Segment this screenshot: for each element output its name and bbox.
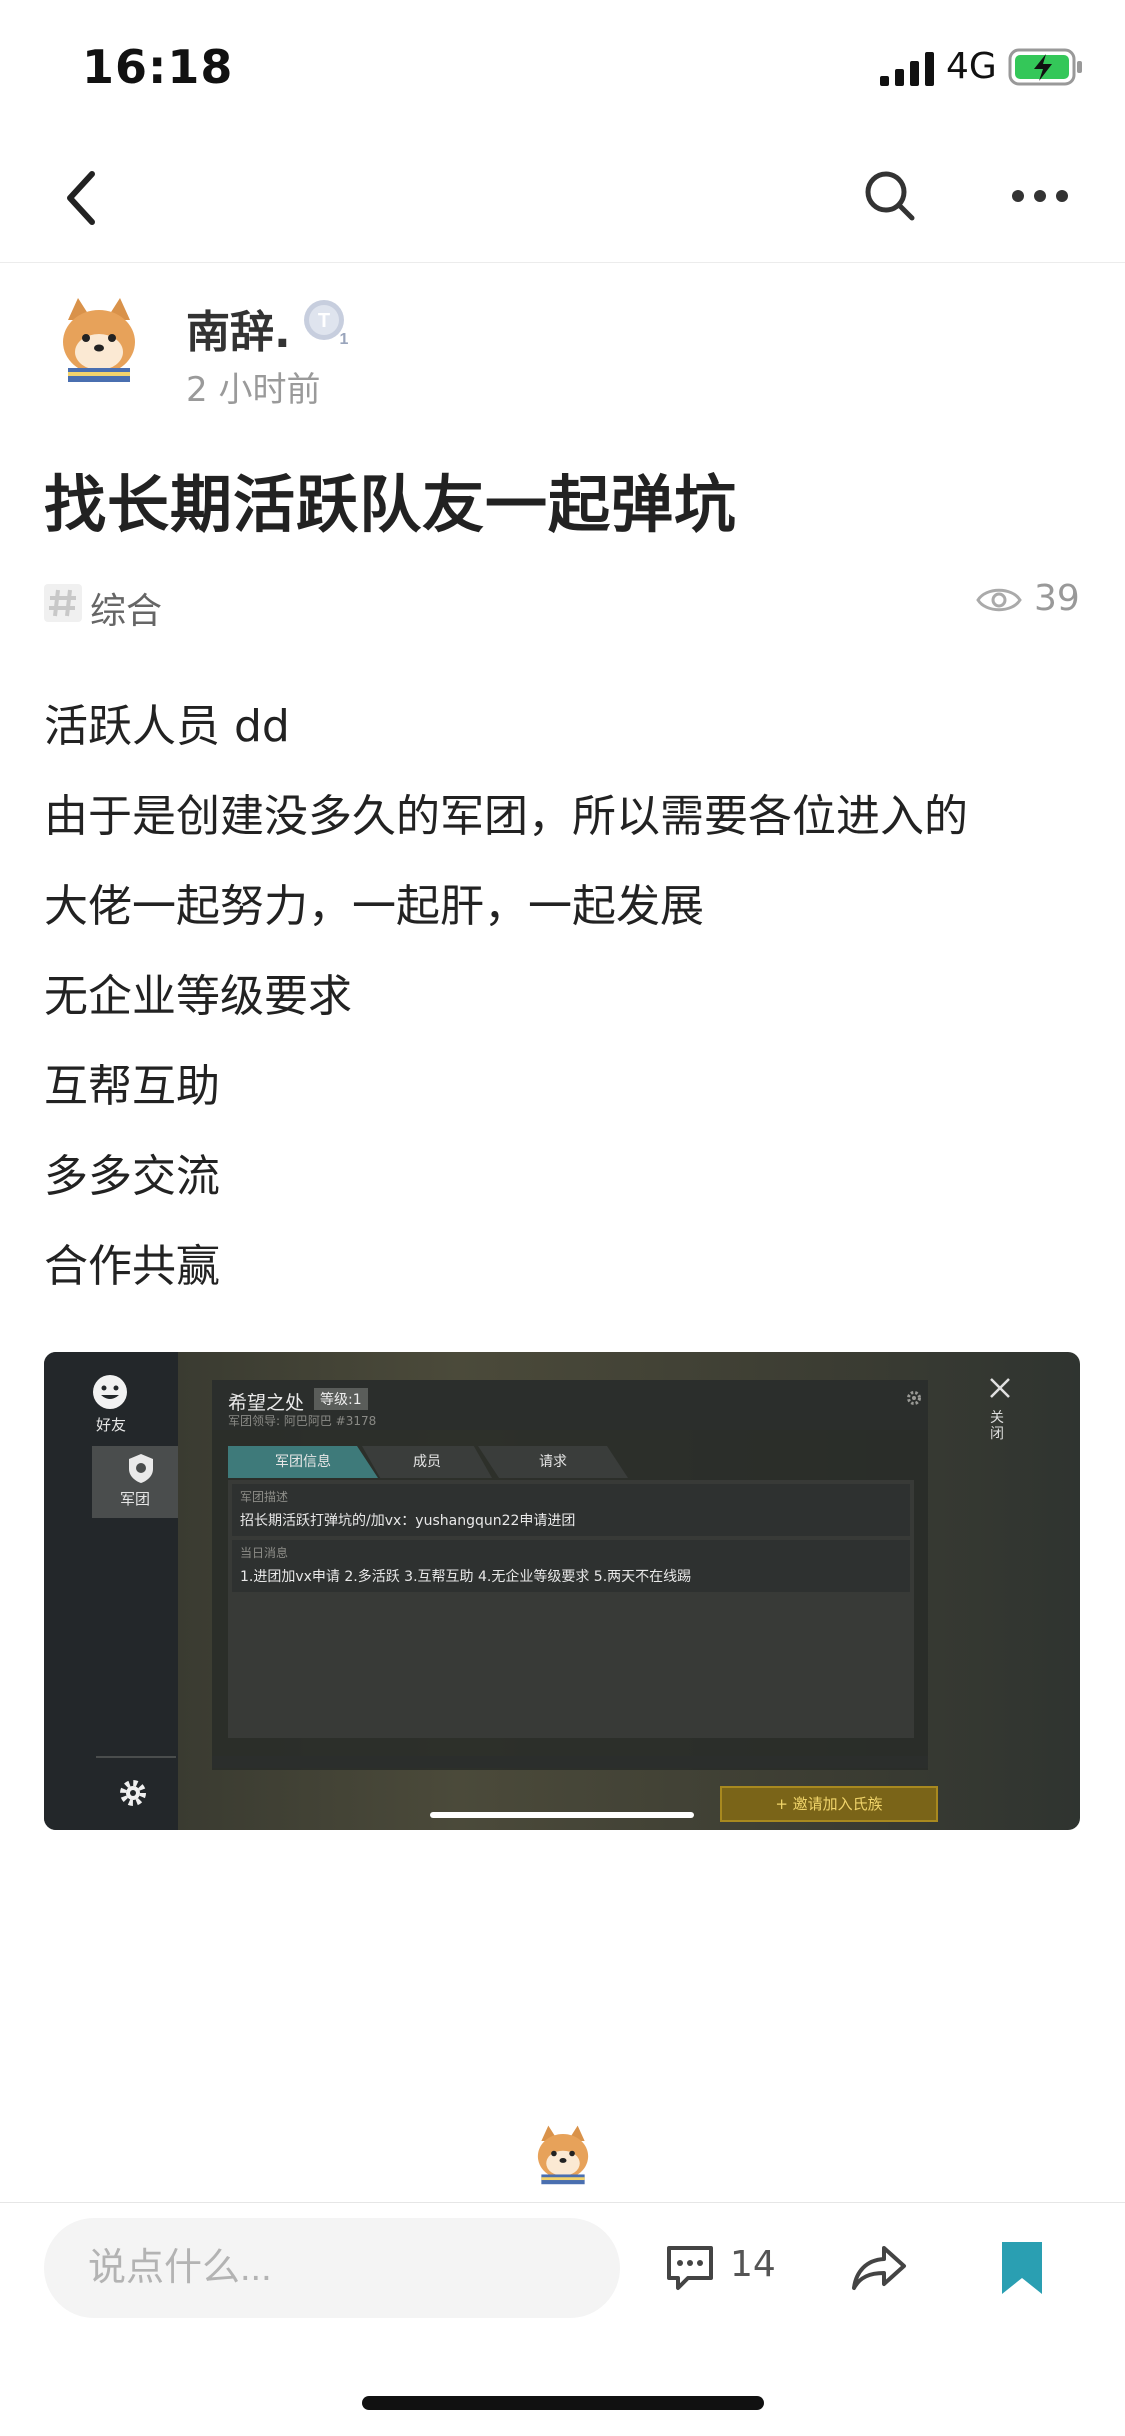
game-news-text: 1.进团加vx申请 2.多活跃 3.互帮互助 4.无企业等级要求 5.两天不在线… — [240, 1569, 692, 1585]
nav-divider — [0, 262, 1125, 263]
game-close-label: 关闭 — [990, 1410, 1004, 1442]
game-desc-text: 招长期活跃打弹坑的/加vx：yushangqun22申请进团 — [240, 1513, 576, 1529]
panel-gear-icon — [907, 1391, 921, 1405]
bookmark-icon[interactable] — [1000, 2240, 1044, 2296]
game-tab-members: 成员 — [362, 1446, 492, 1478]
more-icon[interactable] — [1010, 186, 1070, 206]
body-line: 由于是创建没多久的军团，所以需要各位进入的 — [44, 791, 968, 842]
comment-icon[interactable] — [664, 2244, 716, 2292]
status-time: 16:18 — [82, 40, 234, 94]
network-type: 4G — [946, 46, 997, 87]
svg-text:T: T — [318, 310, 330, 332]
game-legion-leader: 军团领导: 阿巴阿巴 #3178 — [228, 1414, 377, 1428]
share-icon[interactable] — [850, 2244, 908, 2292]
game-tab-info: 军团信息 — [228, 1446, 378, 1478]
author-name[interactable]: 南辞. — [186, 296, 291, 360]
post-image[interactable]: 好友 军团 希望之处 等级:1 军团领导: 阿巴阿巴 #3178 军团信息 成员… — [44, 1352, 1080, 1830]
game-tab-requests: 请求 — [478, 1446, 628, 1478]
game-level-badge: 等级:1 — [314, 1388, 368, 1410]
game-friends-label: 好友 — [95, 1416, 126, 1434]
hashtag-icon — [44, 584, 82, 622]
battery-charging-icon — [1008, 48, 1082, 86]
eye-icon — [976, 588, 1022, 612]
back-icon[interactable] — [60, 168, 104, 228]
search-icon[interactable] — [862, 168, 918, 224]
gear-icon — [120, 1780, 146, 1806]
friend-smiley-icon — [93, 1375, 127, 1409]
comment-count: 14 — [730, 2244, 776, 2285]
cellular-signal-icon — [880, 52, 934, 86]
comment-input[interactable] — [44, 2218, 620, 2318]
svg-text:1: 1 — [340, 331, 349, 348]
level-badge-icon: T 1 — [304, 300, 349, 348]
close-icon — [990, 1378, 1010, 1398]
body-line: 大佬一起努力，一起肝，一起发展 — [44, 881, 704, 932]
game-sidebar-divider — [96, 1756, 176, 1758]
body-line: 合作共赢 — [44, 1241, 220, 1292]
game-legion-label: 军团 — [119, 1490, 150, 1508]
game-invite-button: + 邀请加入氏族 — [720, 1786, 938, 1822]
body-line: 活跃人员 dd — [44, 701, 290, 752]
game-panel-footer — [212, 1756, 928, 1768]
body-line: 多多交流 — [44, 1151, 220, 1202]
post-time: 2 小时前 — [186, 370, 321, 410]
view-count: 39 — [1034, 578, 1080, 619]
body-line: 互帮互助 — [44, 1061, 220, 1112]
author-avatar[interactable] — [46, 290, 152, 396]
body-line: 无企业等级要求 — [44, 971, 352, 1022]
post-title: 找长期活跃队友一起弹坑 — [44, 468, 738, 541]
game-desc-label: 军团描述 — [240, 1490, 289, 1504]
bottom-divider — [0, 2202, 1125, 2203]
category-tag[interactable]: 综合 — [90, 582, 162, 634]
game-home-bar — [430, 1812, 694, 1818]
floating-avatar[interactable] — [526, 2120, 600, 2194]
game-news-label: 当日消息 — [240, 1546, 289, 1560]
legion-shield-icon — [129, 1454, 153, 1483]
home-indicator — [362, 2396, 764, 2410]
game-legion-name: 希望之处 — [228, 1392, 305, 1414]
